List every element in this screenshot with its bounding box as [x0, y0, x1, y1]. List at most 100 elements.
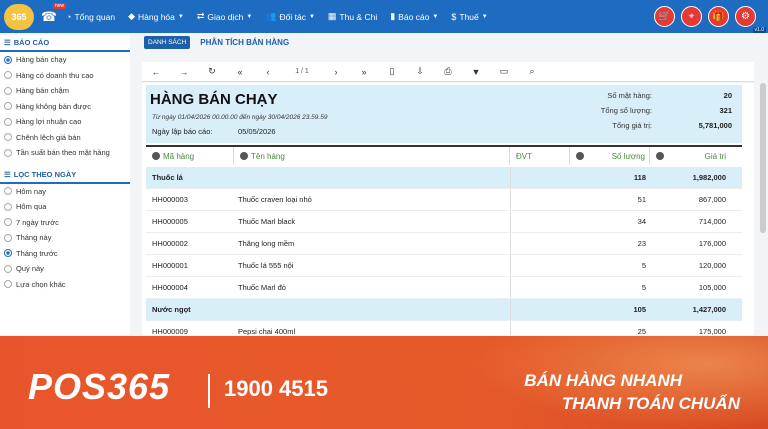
radio-icon: [4, 55, 12, 64]
group-row: Thuốc lá 118 1,982,000: [146, 167, 742, 189]
phone-icon[interactable]: ☎ new: [38, 2, 66, 28]
cell-value: 175,000: [698, 327, 726, 335]
cell-code: HH000004: [152, 283, 188, 292]
screen-icon[interactable]: ▭: [490, 66, 518, 77]
radio-label: Hôm qua: [16, 202, 47, 212]
filter-icon[interactable]: ▼: [462, 67, 490, 77]
radio-option[interactable]: Hàng có doanh thu cao: [0, 68, 130, 84]
export-icon[interactable]: ⇩: [406, 66, 434, 77]
nav-item[interactable]: 👥 Đối tác ▼: [265, 11, 315, 22]
app-logo[interactable]: 365: [4, 3, 34, 30]
location-icon[interactable]: ⌖: [681, 6, 702, 27]
cell-code: HH000005: [152, 217, 188, 226]
radio-option[interactable]: Hàng bán chạy: [0, 52, 130, 68]
forward-icon[interactable]: →: [170, 67, 198, 77]
report-toolbar: ← → ↻ « ‹ 1 / 1 › » ▯ ⇩ ⎙ ▼ ▭ ⌕: [142, 62, 754, 82]
cell-code: HH000009: [152, 327, 188, 335]
radio-option[interactable]: Lựa chọn khác: [0, 277, 130, 293]
radio-option[interactable]: Tháng này: [0, 230, 130, 246]
radio-label: Tần suất bán theo mặt hàng: [16, 148, 110, 158]
brand-logo: POS365: [28, 366, 171, 407]
radio-option[interactable]: Chênh lệch giá bán: [0, 130, 130, 146]
last-page-icon[interactable]: »: [350, 67, 378, 77]
cell-value: 714,000: [698, 217, 726, 226]
column-header[interactable]: Số lượng: [570, 147, 650, 165]
cell-code: Thuốc lá: [152, 173, 183, 182]
cell-code: HH000001: [152, 261, 188, 270]
radio-label: Hàng có doanh thu cao: [16, 70, 94, 80]
date-filter-list: Hôm nay Hôm qua 7 ngày trước Tháng này Tháng…: [0, 184, 130, 293]
nav-item[interactable]: $ Thuế ▼: [451, 12, 487, 22]
document-icon[interactable]: ▯: [378, 66, 406, 77]
print-icon[interactable]: ⎙: [434, 66, 462, 77]
radio-option[interactable]: Hôm nay: [0, 184, 130, 200]
list-icon: ☰: [4, 169, 11, 179]
radio-option[interactable]: Tần suất bán theo mặt hàng: [0, 145, 130, 161]
report-section-title: ☰ BÁO CÁO: [0, 35, 130, 52]
nav-item[interactable]: ▦ Thu & Chi: [328, 11, 377, 22]
table-row: HH000009 Pepsi chai 400ml 25 175,000: [146, 321, 742, 335]
gift-icon[interactable]: 🎁: [708, 6, 729, 27]
column-header[interactable]: Giá trị: [650, 147, 732, 165]
cell-qty: 105: [633, 305, 646, 314]
radio-label: Hôm nay: [16, 186, 47, 196]
cell-qty: 25: [637, 327, 646, 335]
cell-code: Nước ngọt: [152, 305, 191, 314]
radio-option[interactable]: Hàng lợi nhuận cao: [0, 114, 130, 130]
new-badge: new: [52, 2, 66, 9]
cart-icon[interactable]: 🛒: [654, 6, 675, 27]
cell-unit: [510, 167, 570, 188]
version-label: v1.0: [752, 27, 766, 33]
nav-item-label: Tổng quan: [74, 11, 116, 22]
nav-item-label: Thuế: [459, 11, 479, 22]
radio-option[interactable]: 7 ngày trước: [0, 215, 130, 231]
cell-value: 120,000: [698, 261, 726, 270]
radio-icon: [4, 86, 12, 95]
nav-item[interactable]: ▮ Báo cáo ▼: [390, 11, 438, 22]
nav-item[interactable]: ◆ Hàng hóa ▼: [128, 11, 184, 22]
nav-item[interactable]: ◔ Tổng quan: [66, 12, 115, 22]
radio-option[interactable]: Tháng trước: [0, 246, 130, 262]
report-title: HÀNG BÁN CHẠY: [150, 91, 278, 108]
gear-icon[interactable]: ⚙: [735, 6, 756, 27]
cell-qty: 51: [637, 195, 646, 204]
radio-option[interactable]: Hàng không bán được: [0, 99, 130, 115]
cell-unit: [510, 299, 570, 320]
radio-option[interactable]: Hàng bán chậm: [0, 83, 130, 99]
first-page-icon[interactable]: «: [226, 67, 254, 77]
column-header[interactable]: ĐVT: [510, 147, 570, 165]
cell-name: Thuốc Marl black: [238, 217, 296, 226]
list-button[interactable]: DANH SÁCH: [144, 36, 191, 49]
next-page-icon[interactable]: ›: [322, 67, 350, 77]
radio-icon: [4, 133, 12, 142]
chevron-down-icon: ▼: [308, 13, 315, 20]
sort-icon: [152, 152, 160, 160]
column-header[interactable]: Tên hàng: [234, 147, 510, 165]
radio-icon: [4, 117, 12, 126]
chevron-down-icon: ▼: [432, 13, 439, 20]
radio-label: Hàng bán chạy: [16, 55, 67, 65]
cell-unit: [510, 233, 570, 254]
back-icon[interactable]: ←: [142, 67, 170, 77]
prev-page-icon[interactable]: ‹: [254, 67, 282, 77]
radio-option[interactable]: Quý này: [0, 261, 130, 277]
table-row: HH000003 Thuốc craven loại nhỏ 51 867,000: [146, 189, 742, 211]
search-icon[interactable]: ⌕: [518, 66, 546, 77]
page-indicator[interactable]: 1 / 1: [282, 68, 322, 75]
group-row: Nước ngọt 105 1,427,000: [146, 299, 742, 321]
scrollbar[interactable]: [760, 83, 766, 233]
refresh-icon[interactable]: ↻: [198, 66, 226, 77]
promo-banner: POS365 1900 4515 BÁN HÀNG NHANH THANH TO…: [0, 336, 768, 429]
table-row: HH000001 Thuốc lá 555 nội 5 120,000: [146, 255, 742, 277]
report-viewer: HÀNG BÁN CHẠY Từ ngày 01/04/2026 00.00.0…: [142, 83, 754, 335]
exchange-icon: ⇄: [196, 11, 205, 21]
cell-unit: [510, 277, 570, 298]
radio-option[interactable]: Hôm qua: [0, 199, 130, 215]
summary-label: Tổng giá trị:: [612, 121, 652, 130]
column-header[interactable]: Mã hàng: [146, 147, 234, 165]
radio-icon: [4, 187, 12, 196]
summary-value: 20: [723, 91, 732, 100]
nav-item[interactable]: ⇄ Giao dịch ▼: [197, 11, 252, 22]
table-header: Mã hàng Tên hàng ĐVT Số lượng Giá trị: [146, 145, 742, 165]
radio-icon: [4, 71, 12, 80]
